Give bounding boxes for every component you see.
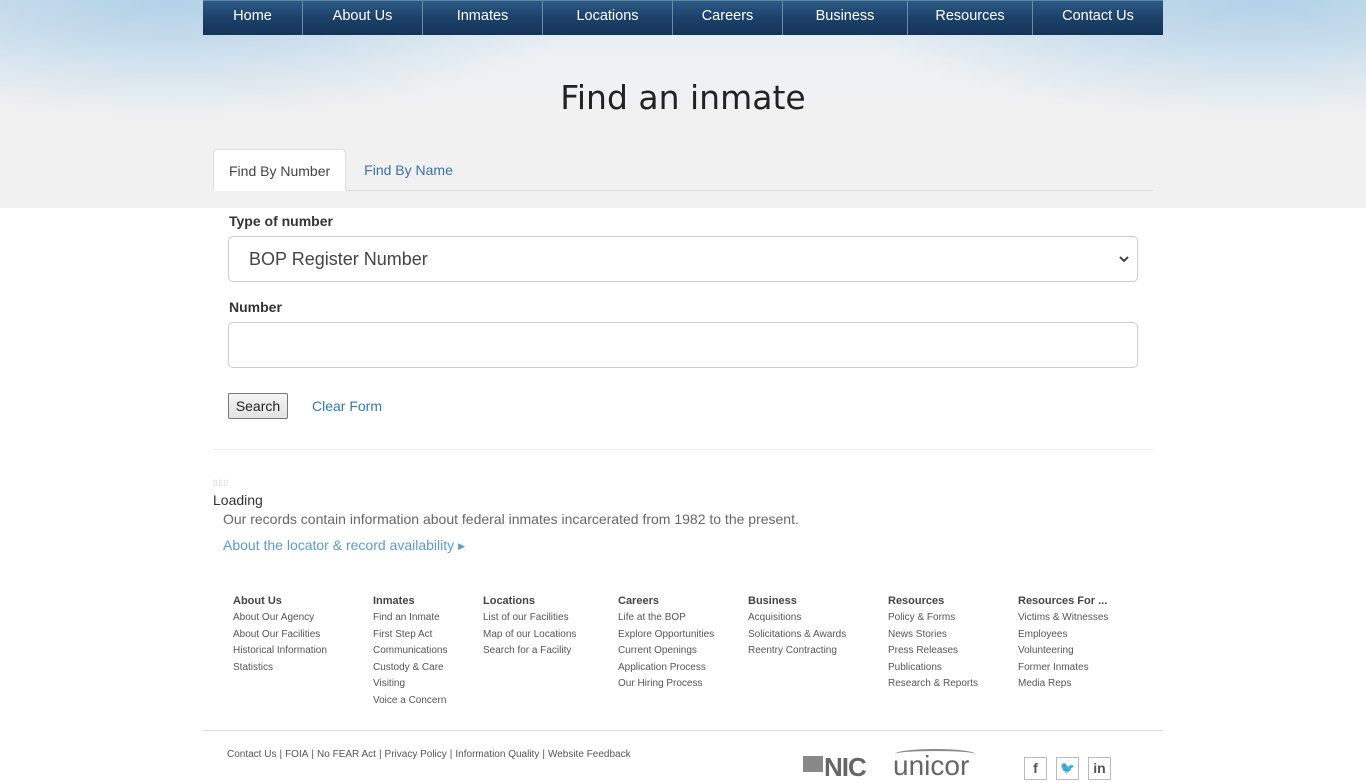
type-of-number-label: Type of number [229,213,333,229]
footer-link[interactable]: Employees [1018,627,1108,644]
footer-column-resources: Resources Policy & Forms News Stories Pr… [888,595,978,693]
search-tabs: Find By Number Find By Name [213,149,1153,191]
footer-heading: Resources [888,595,945,607]
legal-link-privacy-policy[interactable]: Privacy Policy [385,749,447,760]
footer-divider [203,730,1163,731]
separator: | [449,749,453,760]
nav-home[interactable]: Home [203,1,303,35]
nav-locations[interactable]: Locations [543,1,673,35]
footer-link[interactable]: Press Releases [888,643,978,660]
clear-form-link[interactable]: Clear Form [312,398,382,414]
footer-column-careers: Careers Life at the BOP Explore Opportun… [618,595,714,693]
footer-link[interactable]: Solicitations & Awards [748,627,846,644]
main-nav: Home About Us Inmates Locations Careers … [203,0,1163,35]
footer-heading: Careers [618,595,659,607]
footer-link[interactable]: News Stories [888,627,978,644]
footer-link[interactable]: Voice a Concern [373,693,447,710]
number-input[interactable] [228,322,1138,368]
separator: | [378,749,382,760]
caret-right-icon: ▶ [458,541,466,551]
footer-link[interactable]: Search for a Facility [483,643,576,660]
search-button[interactable]: Search [228,393,288,419]
number-type-value: BOP Register Number [249,249,428,269]
footer-heading: Locations [483,595,535,607]
chevron-down-icon [1119,237,1129,299]
about-locator-label: About the locator & record availability [223,537,455,553]
number-type-select[interactable]: BOP Register Number [228,236,1138,282]
footer-link[interactable]: Statistics [233,660,327,677]
footer-link[interactable]: Former Inmates [1018,660,1108,677]
page-title: Find an inmate [560,78,806,117]
facebook-icon[interactable]: f [1024,757,1047,780]
footer-link[interactable]: Application Process [618,660,714,677]
tab-find-by-number[interactable]: Find By Number [213,149,347,191]
footer-link[interactable]: Our Hiring Process [618,676,714,693]
footer-link[interactable]: Victims & Witnesses [1018,610,1108,627]
twitter-icon[interactable]: 🐦 [1056,757,1079,780]
legal-links: Contact Us | FOIA | No FEAR Act | Privacy Poli… [227,749,631,760]
footer-link[interactable]: Explore Opportunities [618,627,714,644]
nav-about-us[interactable]: About Us [303,1,423,35]
separator: | [311,749,315,760]
footer-column-resources-for: Resources For ... Victims & Witnesses Em… [1018,595,1108,693]
tab-find-by-name[interactable]: Find By Name [346,149,468,191]
footer-link[interactable]: Find an Inmate [373,610,447,627]
loading-text: Loading [213,492,263,508]
number-label: Number [229,299,282,315]
footer-link[interactable]: Volunteering [1018,643,1108,660]
footer-column-inmates: Inmates Find an Inmate First Step Act Co… [373,595,447,710]
loading-spinner-icon: ▯▯▯ [213,478,230,487]
footer-link[interactable]: Custody & Care [373,660,447,677]
footer-link[interactable]: About Our Facilities [233,627,327,644]
nav-contact-us[interactable]: Contact Us [1033,1,1163,35]
footer-link[interactable]: List of our Facilities [483,610,576,627]
footer-link[interactable]: Historical Information [233,643,327,660]
separator: | [279,749,283,760]
nav-resources[interactable]: Resources [908,1,1033,35]
unicor-logo-arc [895,749,975,759]
footer-link[interactable]: First Step Act [373,627,447,644]
footer-link[interactable]: Research & Reports [888,676,978,693]
nic-logo-mark [803,756,823,772]
records-note: Our records contain information about fe… [223,511,799,527]
footer-heading: Resources For ... [1018,595,1108,607]
legal-link-website-feedback[interactable]: Website Feedback [548,749,631,760]
unicor-logo[interactable]: unicor [893,749,975,782]
footer-link[interactable]: Map of our Locations [483,627,576,644]
footer-link[interactable]: Publications [888,660,978,677]
footer-heading: Business [748,595,797,607]
nav-business[interactable]: Business [783,1,908,35]
footer-link[interactable]: Communications [373,643,447,660]
about-locator-link[interactable]: About the locator & record availability ▶ [223,537,465,553]
footer-link[interactable]: Visiting [373,676,447,693]
footer-link[interactable]: Acquisitions [748,610,846,627]
footer-link[interactable]: About Our Agency [233,610,327,627]
nav-inmates[interactable]: Inmates [423,1,543,35]
legal-link-information-quality[interactable]: Information Quality [455,749,539,760]
form-divider [213,449,1153,450]
footer-link[interactable]: Media Reps [1018,676,1108,693]
footer-column-locations: Locations List of our Facilities Map of … [483,595,576,660]
separator: | [542,749,545,760]
footer-heading: About Us [233,595,282,607]
legal-link-contact-us[interactable]: Contact Us [227,749,276,760]
legal-link-foia[interactable]: FOIA [285,749,308,760]
legal-link-no-fear-act[interactable]: No FEAR Act [317,749,376,760]
nav-careers[interactable]: Careers [673,1,783,35]
footer-link[interactable]: Policy & Forms [888,610,978,627]
footer-column-business: Business Acquisitions Solicitations & Aw… [748,595,846,660]
linkedin-icon[interactable]: in [1088,757,1111,780]
footer-link[interactable]: Life at the BOP [618,610,714,627]
footer-heading: Inmates [373,595,415,607]
footer-column-about-us: About Us About Our Agency About Our Faci… [233,595,327,676]
footer-link[interactable]: Reentry Contracting [748,643,846,660]
footer-link[interactable]: Current Openings [618,643,714,660]
nic-logo-text: NIC [824,752,867,782]
